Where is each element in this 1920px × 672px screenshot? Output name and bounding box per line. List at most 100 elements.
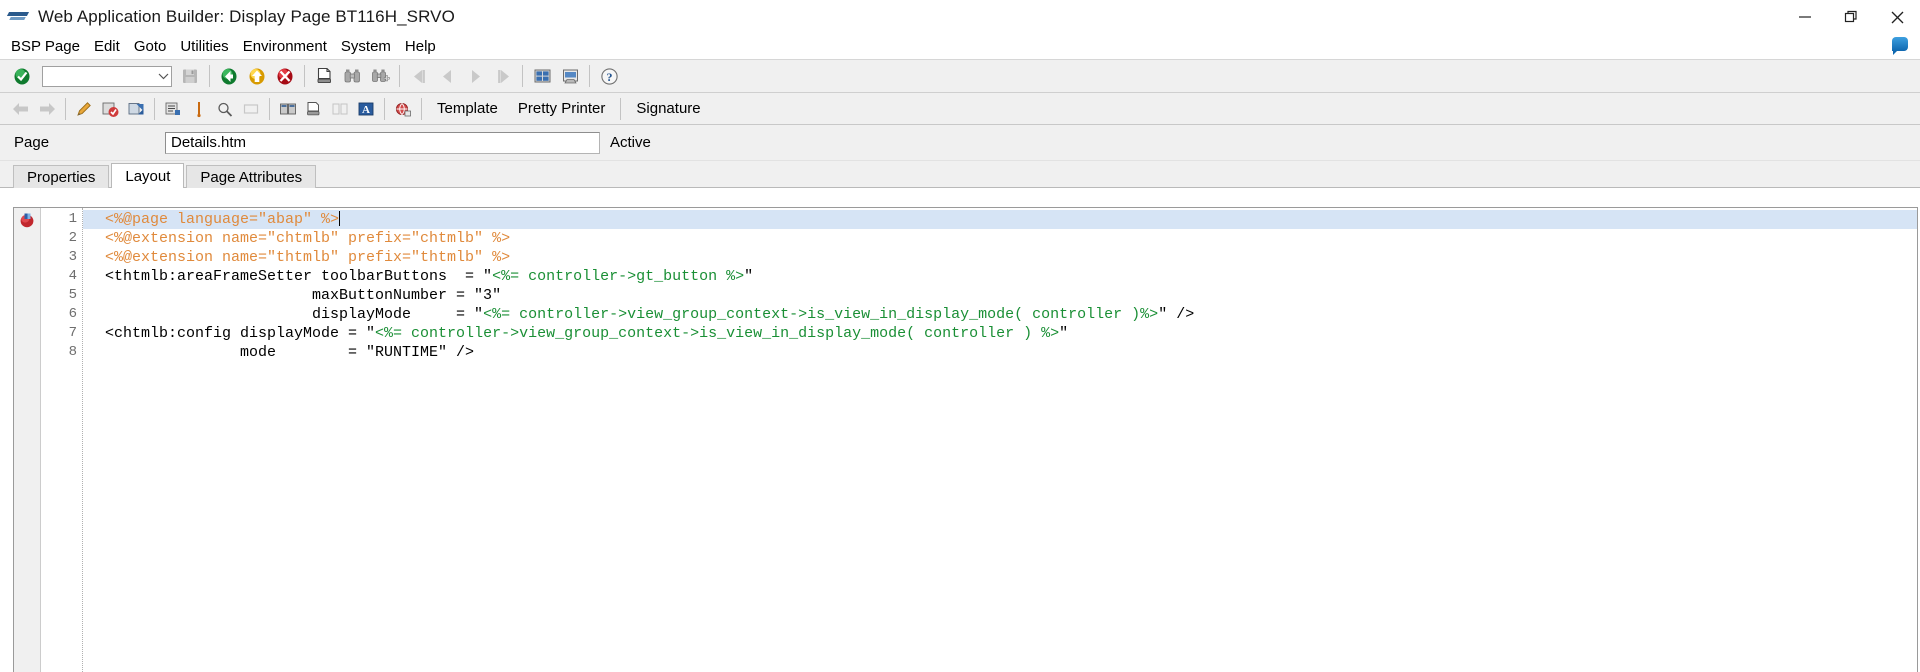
code-editor[interactable]: 1 2 3 4 5 6 7 8 <%@page language="abap" … [13, 207, 1918, 672]
page-name-input[interactable] [165, 131, 600, 154]
bookmark-marker-icon[interactable] [14, 210, 40, 229]
tab-page-attributes[interactable]: Page Attributes [186, 165, 317, 188]
first-page-icon [413, 69, 425, 83]
help-button[interactable]: ? [596, 63, 622, 89]
template-button[interactable]: Template [427, 97, 508, 120]
code-token: <%@extension name="chtmlb" prefix="chtml… [105, 230, 511, 247]
code-text-area[interactable]: <%@page language="abap" %> <%@extension n… [83, 208, 1917, 672]
line-number: 5 [68, 287, 77, 303]
pencil-icon [77, 101, 91, 116]
navigate-button[interactable] [214, 98, 236, 120]
svg-text:A: A [362, 104, 370, 116]
code-line[interactable]: maxButtonNumber = "3" [83, 286, 1917, 305]
enter-check-button[interactable] [9, 63, 35, 89]
print-button[interactable] [311, 63, 337, 89]
browser-test-icon [395, 102, 411, 116]
command-field[interactable] [42, 65, 172, 87]
page-row: Page Active [0, 125, 1920, 161]
menu-item-utilities[interactable]: Utilities [173, 36, 235, 57]
secondary-toolbar: A Template Pretty Printer Signature [0, 93, 1920, 125]
code-line[interactable]: displayMode = "<%= controller->view_grou… [83, 305, 1917, 324]
tab-layout[interactable]: Layout [111, 163, 185, 188]
first-page-button[interactable] [406, 63, 432, 89]
signature-button[interactable]: Signature [626, 97, 710, 120]
toolbar-separator [65, 97, 66, 120]
insert-point-button[interactable] [188, 98, 210, 120]
sap-help-bubble-icon[interactable] [1892, 37, 1910, 55]
menu-item-goto[interactable]: Goto [127, 36, 174, 57]
code-line[interactable]: <%@extension name="chtmlb" prefix="chtml… [83, 229, 1917, 248]
code-token: <%= controller->view_group_context->is_v… [483, 306, 1159, 323]
svg-text:?: ? [606, 70, 612, 84]
code-line[interactable]: <%@extension name="thtmlb" prefix="thtml… [83, 248, 1917, 267]
toolbar-separator [304, 65, 305, 87]
toolbar-separator [620, 97, 622, 120]
save-button[interactable] [177, 63, 203, 89]
activate-button[interactable] [125, 98, 147, 120]
sap-logo-icon [6, 10, 30, 24]
create-shortcut-button[interactable] [557, 63, 583, 89]
menu-item-environment[interactable]: Environment [236, 36, 334, 57]
minimize-button[interactable] [1782, 0, 1828, 34]
check-syntax-button[interactable] [99, 98, 121, 120]
where-used-button[interactable] [162, 98, 184, 120]
find-button[interactable] [339, 63, 365, 89]
line-number: 7 [68, 325, 77, 341]
code-line[interactable]: <chtmlb:config displayMode = "<%= contro… [83, 324, 1917, 343]
chevron-down-icon[interactable] [155, 67, 171, 86]
cancel-button[interactable] [272, 63, 298, 89]
page-label: Page [14, 134, 50, 151]
display-change-button[interactable] [73, 98, 95, 120]
toolbar-separator [384, 97, 385, 120]
command-input[interactable] [43, 66, 155, 86]
unmark-button[interactable] [240, 98, 262, 120]
pretty-printer-button[interactable]: Pretty Printer [508, 97, 616, 120]
editor-region: 1 2 3 4 5 6 7 8 <%@page language="abap" … [0, 195, 1920, 672]
last-page-button[interactable] [490, 63, 516, 89]
line-number: 1 [68, 211, 77, 227]
code-line[interactable]: <%@page language="abap" %> [83, 210, 1917, 229]
next-page-button[interactable] [462, 63, 488, 89]
code-token: <thtmlb:areaFrameSetter toolbarButtons =… [105, 268, 493, 285]
toolbar-separator [209, 65, 210, 87]
create-session-button[interactable] [529, 63, 555, 89]
where-used-list-icon [165, 102, 180, 115]
unmark-icon [243, 103, 259, 114]
menu-item-system[interactable]: System [334, 36, 398, 57]
compare-button[interactable] [329, 98, 351, 120]
restore-button[interactable] [1828, 0, 1874, 34]
main-toolbar: ? [0, 59, 1920, 93]
code-token: <chtmlb:config displayMode = " [105, 325, 376, 342]
find-next-button[interactable] [367, 63, 393, 89]
shortcut-icon [562, 69, 578, 83]
previous-page-button[interactable] [434, 63, 460, 89]
editor-marker-gutter[interactable] [14, 208, 41, 672]
forward-nav-button[interactable] [36, 98, 58, 120]
menu-item-edit[interactable]: Edit [87, 36, 127, 57]
back-button[interactable] [216, 63, 242, 89]
print-preview-button[interactable] [303, 98, 325, 120]
toolbar-separator [154, 97, 155, 120]
line-number-gutter: 1 2 3 4 5 6 7 8 [41, 208, 83, 672]
toolbar-separator [589, 65, 590, 87]
code-token: <%@page language="abap" %> [105, 211, 340, 228]
toolbar-separator [399, 65, 400, 87]
split-screen-button[interactable] [277, 98, 299, 120]
line-number: 3 [68, 249, 77, 265]
properties-info-button[interactable]: A [355, 98, 377, 120]
green-check-icon [14, 68, 30, 85]
tab-properties[interactable]: Properties [13, 165, 110, 188]
menu-item-bsp-page[interactable]: BSP Page [4, 36, 87, 57]
browser-preview-button[interactable] [392, 98, 414, 120]
exit-button[interactable] [244, 63, 270, 89]
menu-bar: BSP Page Edit Goto Utilities Environment… [0, 34, 1920, 59]
menu-item-help[interactable]: Help [398, 36, 443, 57]
tab-strip: Properties Layout Page Attributes [0, 161, 1920, 188]
next-page-icon [471, 69, 480, 83]
code-line[interactable]: mode = "RUNTIME" /> [83, 343, 1917, 362]
back-nav-button[interactable] [10, 98, 32, 120]
line-number: 6 [68, 306, 77, 322]
close-button[interactable] [1874, 0, 1920, 34]
code-line[interactable]: <thtmlb:areaFrameSetter toolbarButtons =… [83, 267, 1917, 286]
activate-icon [128, 102, 144, 114]
